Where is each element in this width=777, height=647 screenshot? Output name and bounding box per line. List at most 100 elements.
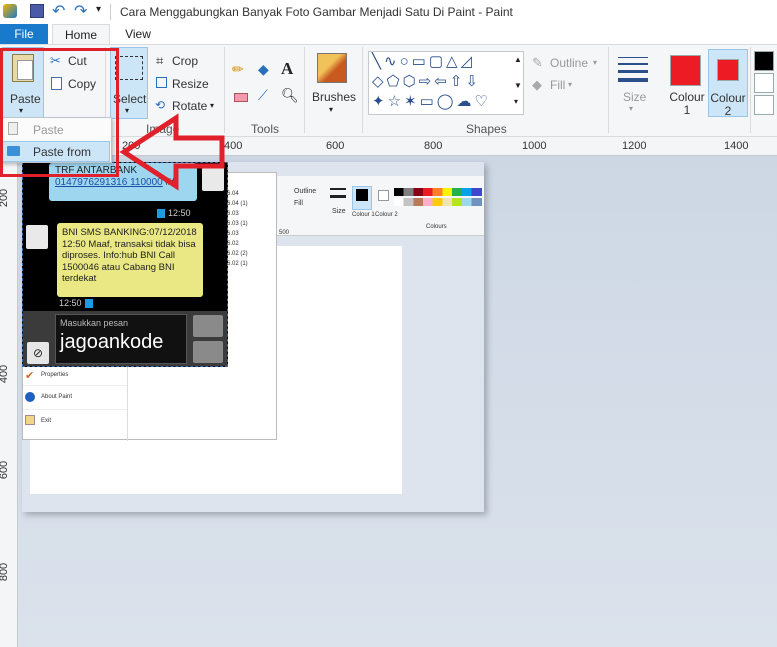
ruler-label: 400 bbox=[0, 364, 11, 384]
separator bbox=[608, 47, 609, 133]
scroll-down-icon[interactable]: ▼ bbox=[514, 81, 522, 90]
chevron-down-icon: ▾ bbox=[568, 80, 573, 89]
ruler-label: 1000 bbox=[522, 140, 547, 152]
outline-button[interactable]: Outline bbox=[550, 56, 588, 70]
inner-size-label: Size bbox=[332, 208, 346, 215]
magnifier-icon[interactable]: 🔍︎ bbox=[281, 87, 299, 104]
tab-home[interactable]: Home bbox=[52, 24, 110, 44]
sms-input-placeholder: Masukkan pesan bbox=[60, 318, 129, 328]
inner-recent-item: 6.04 (1) bbox=[227, 201, 248, 207]
inner-colour-1-label: Colour 1 bbox=[352, 212, 375, 218]
inner-ruler-label: 500 bbox=[279, 230, 290, 236]
redo-icon[interactable]: ↷ bbox=[74, 1, 87, 21]
scroll-up-icon[interactable]: ▲ bbox=[514, 55, 522, 64]
inner-palette bbox=[394, 188, 482, 196]
shapes-row-1: ╲∿○▭▢△◿ bbox=[372, 53, 476, 70]
outline-icon: ✎ bbox=[532, 55, 543, 70]
send-sms-icon[interactable] bbox=[193, 315, 223, 337]
inner-menu-divider bbox=[127, 363, 128, 441]
sim-icon bbox=[85, 299, 93, 308]
tab-file[interactable]: File bbox=[0, 24, 48, 44]
palette-empty[interactable] bbox=[754, 95, 774, 115]
inner-menu-sep bbox=[23, 409, 127, 410]
sms-bubble-2: BNI SMS BANKING:07/12/2018 12:50 Maaf, t… bbox=[57, 223, 203, 297]
save-icon[interactable] bbox=[30, 4, 44, 18]
shapes-row-2: ◇⬠⬡⇨⇦⇧⇩ bbox=[372, 73, 481, 90]
fill-button[interactable]: Fill bbox=[550, 78, 565, 92]
undo-icon[interactable]: ↶ bbox=[52, 1, 65, 21]
customize-quick-access-icon[interactable]: ▾ bbox=[96, 4, 101, 15]
inner-colour-2-label: Colour 2 bbox=[375, 212, 398, 218]
rotate-icon: ⟲ bbox=[155, 98, 166, 112]
ruler-label: 600 bbox=[0, 460, 11, 480]
eraser-icon[interactable] bbox=[234, 93, 248, 102]
shapes-group-label: Shapes bbox=[466, 122, 507, 136]
pasted-sms-image[interactable]: TRF ANTARBANK 0147976291316 110000 ## 12… bbox=[22, 162, 228, 367]
size-button[interactable]: Size ▾ bbox=[614, 53, 652, 119]
attach-icon[interactable]: ⊘ bbox=[27, 342, 49, 364]
crop-button[interactable]: Crop bbox=[172, 54, 198, 68]
chevron-down-icon: ▾ bbox=[210, 101, 215, 110]
select-icon bbox=[115, 56, 143, 80]
inner-recent-item: 6.03 bbox=[227, 231, 239, 237]
colour-1-swatch bbox=[670, 55, 701, 86]
sms-time-2: 12:50 bbox=[59, 298, 82, 308]
inner-about-item: About Paint bbox=[41, 394, 73, 400]
inner-recent-item: 6.02 (1) bbox=[227, 261, 248, 267]
sms-compose-bar: ⊘ Masukkan pesan jagoankode bbox=[23, 311, 227, 366]
expand-icon[interactable]: ▾ bbox=[514, 97, 518, 106]
size-line-1 bbox=[618, 57, 648, 58]
rotate-button[interactable]: Rotate bbox=[172, 99, 207, 113]
color-picker-icon[interactable]: ⟋ bbox=[258, 87, 268, 104]
title-bar: ↶ ↷ ▾ Cara Menggabungkan Banyak Foto Gam… bbox=[0, 0, 777, 24]
brushes-button[interactable]: Brushes ▾ bbox=[309, 49, 357, 115]
brushes-label: Brushes bbox=[312, 90, 357, 104]
palette-white[interactable] bbox=[754, 73, 774, 93]
send-mms-icon[interactable] bbox=[193, 341, 223, 363]
colour-1-button[interactable]: Colour 1 bbox=[666, 49, 706, 117]
palette-black[interactable] bbox=[754, 51, 774, 71]
inner-recent-item: 6.04 bbox=[227, 191, 239, 197]
colour-2-swatch bbox=[717, 59, 739, 81]
separator bbox=[362, 47, 363, 133]
sms-input[interactable]: Masukkan pesan jagoankode bbox=[55, 314, 187, 364]
resize-icon bbox=[156, 77, 167, 88]
brush-icon bbox=[317, 53, 347, 83]
annotation-arrow bbox=[119, 113, 225, 191]
window-title: Cara Menggabungkan Banyak Foto Gambar Me… bbox=[120, 5, 513, 19]
inner-ribbon: Outline Fill Size Colour 1 Colour 2 Colo… bbox=[274, 176, 484, 236]
chevron-down-icon: ▾ bbox=[593, 58, 598, 67]
ruler-label: 1200 bbox=[622, 140, 647, 152]
separator bbox=[750, 47, 751, 133]
shapes-gallery[interactable]: ╲∿○▭▢△◿ ◇⬠⬡⇨⇦⇧⇩ ✦☆✶▭◯☁♡ bbox=[368, 51, 524, 115]
inner-colour-1-swatch bbox=[356, 189, 368, 201]
inner-palette-row2 bbox=[394, 198, 482, 206]
ruler-label: 800 bbox=[0, 562, 11, 582]
separator bbox=[304, 47, 305, 133]
colour-2-label: Colour 2 bbox=[710, 91, 746, 118]
ruler-label: 800 bbox=[424, 140, 443, 152]
ruler-label: 200 bbox=[0, 188, 11, 208]
fill-shape-icon: ◆ bbox=[532, 77, 542, 92]
tools-group-label: Tools bbox=[251, 122, 280, 136]
resize-button[interactable]: Resize bbox=[172, 77, 209, 91]
colour-2-button[interactable]: Colour 2 bbox=[708, 49, 748, 118]
sim-icon bbox=[157, 209, 165, 218]
crop-icon: ⌗ bbox=[156, 53, 164, 68]
exit-icon bbox=[25, 415, 35, 425]
fill-icon[interactable]: ◆ bbox=[258, 61, 269, 78]
size-label: Size bbox=[623, 90, 647, 104]
paint-app-icon[interactable] bbox=[3, 4, 17, 18]
size-line-2 bbox=[618, 63, 648, 65]
inner-recent-list: 6.04 6.04 (1) 6.03 6.03 (1) 6.03 6.02 6.… bbox=[227, 189, 275, 269]
pencil-icon[interactable]: ✏ bbox=[232, 61, 244, 78]
tab-view[interactable]: View bbox=[112, 24, 164, 44]
inner-recent-item: 6.02 bbox=[227, 241, 239, 247]
chevron-down-icon: ▾ bbox=[629, 104, 634, 113]
text-icon[interactable]: A bbox=[281, 59, 293, 79]
properties-icon: ✔ bbox=[25, 370, 35, 382]
inner-colours-label: Colours bbox=[426, 224, 447, 230]
watermark-text: jagoankode bbox=[60, 331, 164, 353]
size-line-3 bbox=[618, 70, 648, 73]
inner-recent-item: 6.02 (2) bbox=[227, 251, 248, 257]
